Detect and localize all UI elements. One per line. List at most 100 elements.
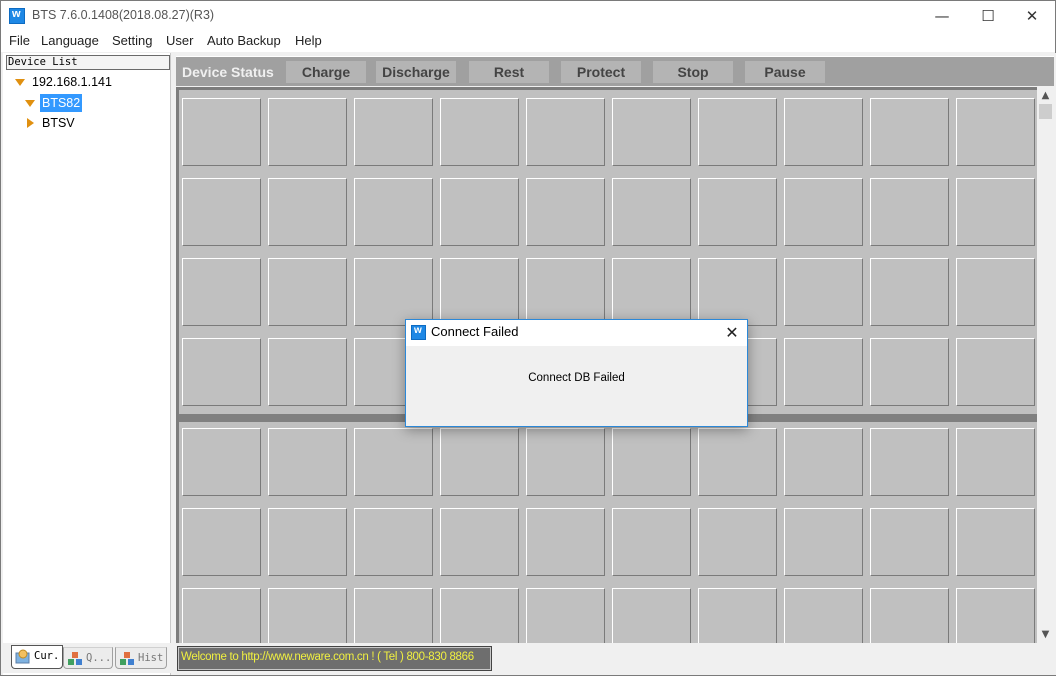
charge-button[interactable]: Charge xyxy=(286,61,366,83)
channel-tile[interactable] xyxy=(182,98,261,166)
channel-tile[interactable] xyxy=(612,178,691,246)
channel-tile[interactable] xyxy=(182,588,261,643)
channel-tile[interactable] xyxy=(268,588,347,643)
channel-tile[interactable] xyxy=(956,178,1035,246)
menu-language[interactable]: Language xyxy=(41,33,99,48)
channel-tile[interactable] xyxy=(354,258,433,326)
tab-history[interactable]: Hist xyxy=(115,647,167,669)
channel-tile[interactable] xyxy=(784,588,863,643)
channel-tile[interactable] xyxy=(526,178,605,246)
channel-tile[interactable] xyxy=(354,428,433,496)
channel-tile[interactable] xyxy=(268,338,347,406)
channel-tile[interactable] xyxy=(612,588,691,643)
channel-tile[interactable] xyxy=(354,98,433,166)
channel-tile[interactable] xyxy=(440,508,519,576)
channel-tile[interactable] xyxy=(956,428,1035,496)
discharge-button[interactable]: Discharge xyxy=(376,61,456,83)
channel-tile[interactable] xyxy=(956,98,1035,166)
channel-tile[interactable] xyxy=(784,178,863,246)
channel-tile[interactable] xyxy=(268,258,347,326)
channel-tile[interactable] xyxy=(698,178,777,246)
channel-tile[interactable] xyxy=(956,258,1035,326)
channel-tile[interactable] xyxy=(526,258,605,326)
tree-node-bts82[interactable]: BTS82 xyxy=(3,94,169,112)
channel-tile[interactable] xyxy=(698,428,777,496)
channel-tile[interactable] xyxy=(354,178,433,246)
channel-tile[interactable] xyxy=(440,258,519,326)
app-icon xyxy=(411,325,426,340)
dialog-close-button[interactable]: ✕ xyxy=(718,320,746,346)
device-list-panel: Device List 192.168.1.141 BTS82 BTSV Cur… xyxy=(3,53,171,675)
channel-tile[interactable] xyxy=(268,98,347,166)
collapsed-triangle-icon[interactable] xyxy=(27,118,34,128)
channel-tile[interactable] xyxy=(182,338,261,406)
device-status-title: Device Status xyxy=(182,64,274,80)
scroll-down-icon[interactable]: ▼ xyxy=(1037,626,1054,643)
tab-current[interactable]: Cur. xyxy=(11,645,63,669)
channel-tile[interactable] xyxy=(612,258,691,326)
protect-button[interactable]: Protect xyxy=(561,61,641,83)
vertical-scrollbar[interactable]: ▲ ▼ xyxy=(1037,87,1054,643)
channel-tile[interactable] xyxy=(182,428,261,496)
minimize-button[interactable]: — xyxy=(919,1,965,31)
stop-button[interactable]: Stop xyxy=(653,61,733,83)
rest-button[interactable]: Rest xyxy=(469,61,549,83)
menu-auto-backup[interactable]: Auto Backup xyxy=(207,33,281,48)
channel-tile[interactable] xyxy=(268,428,347,496)
expanded-triangle-icon[interactable] xyxy=(15,79,25,86)
menu-help[interactable]: Help xyxy=(295,33,322,48)
channel-tile[interactable] xyxy=(698,588,777,643)
channel-tile[interactable] xyxy=(612,98,691,166)
channel-tile[interactable] xyxy=(526,98,605,166)
menu-file[interactable]: File xyxy=(9,33,30,48)
channel-tile[interactable] xyxy=(440,98,519,166)
channel-tile[interactable] xyxy=(440,588,519,643)
channel-tile[interactable] xyxy=(698,258,777,326)
channel-tile[interactable] xyxy=(526,428,605,496)
expanded-triangle-icon[interactable] xyxy=(25,100,35,107)
close-button[interactable]: ✕ xyxy=(1009,1,1055,31)
tree-node-ip[interactable]: 192.168.1.141 xyxy=(3,73,169,91)
channel-tile[interactable] xyxy=(526,588,605,643)
channel-tile[interactable] xyxy=(784,428,863,496)
scroll-up-icon[interactable]: ▲ xyxy=(1037,87,1054,104)
channel-tile[interactable] xyxy=(440,178,519,246)
query-icon xyxy=(68,652,82,665)
channel-tile[interactable] xyxy=(870,588,949,643)
title-bar: BTS 7.6.0.1408(2018.08.27)(R3) — ☐ ✕ xyxy=(1,1,1055,31)
tab-label: Hist xyxy=(138,652,164,664)
scroll-thumb[interactable] xyxy=(1039,104,1052,119)
channel-tile[interactable] xyxy=(698,508,777,576)
tab-query[interactable]: Q... xyxy=(63,647,113,669)
pause-button[interactable]: Pause xyxy=(745,61,825,83)
channel-tile[interactable] xyxy=(956,338,1035,406)
channel-tile[interactable] xyxy=(182,258,261,326)
channel-tile[interactable] xyxy=(784,98,863,166)
channel-tile[interactable] xyxy=(870,98,949,166)
channel-tile[interactable] xyxy=(956,508,1035,576)
channel-tile[interactable] xyxy=(612,428,691,496)
channel-tile[interactable] xyxy=(870,258,949,326)
channel-tile[interactable] xyxy=(784,338,863,406)
menu-setting[interactable]: Setting xyxy=(112,33,152,48)
channel-tile[interactable] xyxy=(784,258,863,326)
menu-user[interactable]: User xyxy=(166,33,193,48)
channel-tile[interactable] xyxy=(182,508,261,576)
channel-tile[interactable] xyxy=(870,428,949,496)
channel-tile[interactable] xyxy=(870,178,949,246)
channel-tile[interactable] xyxy=(440,428,519,496)
channel-tile[interactable] xyxy=(268,508,347,576)
channel-tile[interactable] xyxy=(698,98,777,166)
channel-tile[interactable] xyxy=(870,508,949,576)
channel-tile[interactable] xyxy=(612,508,691,576)
channel-tile[interactable] xyxy=(354,508,433,576)
channel-tile[interactable] xyxy=(784,508,863,576)
channel-tile[interactable] xyxy=(354,588,433,643)
tree-node-btsv[interactable]: BTSV xyxy=(3,114,169,132)
maximize-button[interactable]: ☐ xyxy=(965,1,1011,31)
channel-tile[interactable] xyxy=(182,178,261,246)
channel-tile[interactable] xyxy=(956,588,1035,643)
channel-tile[interactable] xyxy=(870,338,949,406)
channel-tile[interactable] xyxy=(268,178,347,246)
channel-tile[interactable] xyxy=(526,508,605,576)
